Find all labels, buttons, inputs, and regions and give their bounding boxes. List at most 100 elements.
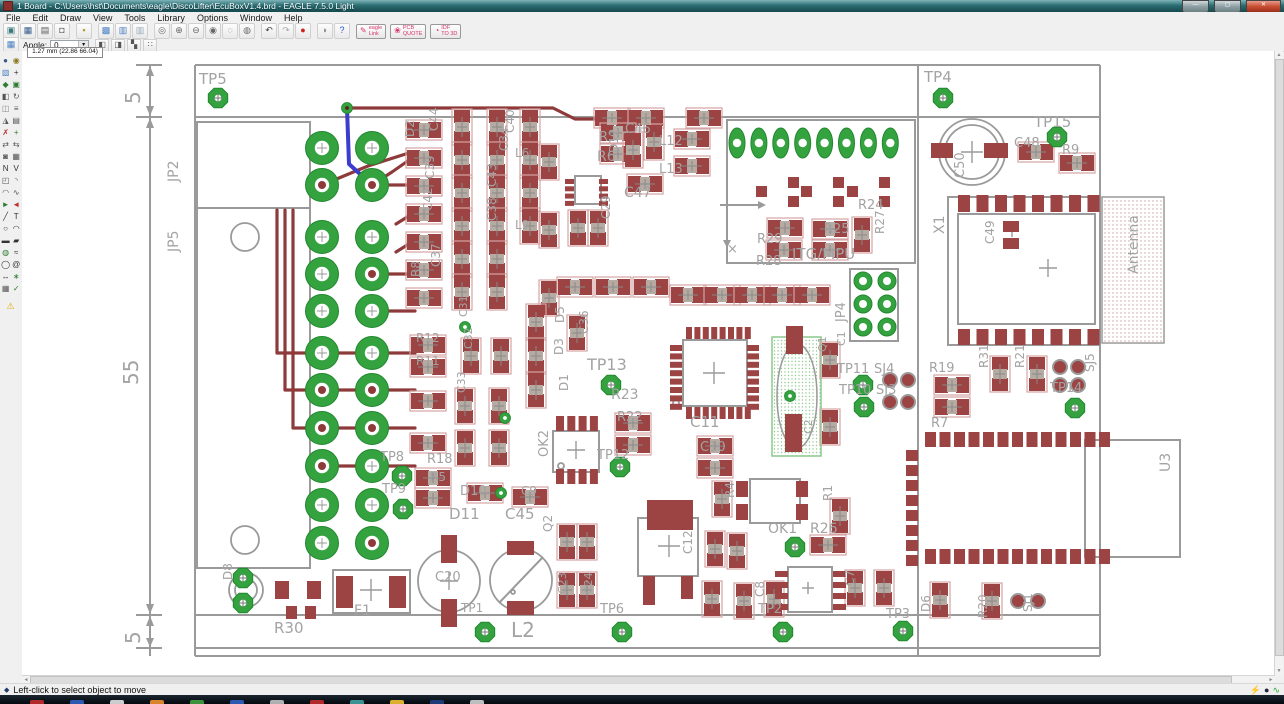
pin-pad[interactable] [940,549,951,564]
redo-button[interactable]: ↷ [278,23,294,39]
pcb-pad[interactable] [785,414,802,452]
via[interactable] [496,488,507,499]
pcb-pad[interactable] [788,177,799,188]
component-label[interactable]: TP6 [599,602,624,617]
pin-pad[interactable] [983,432,994,447]
pin-pad[interactable] [998,432,1009,447]
pin-pad[interactable] [579,469,587,484]
pin-pad[interactable] [1070,549,1081,564]
component-label[interactable]: D3 [552,338,566,355]
component-label[interactable]: R31 [977,344,991,368]
component-label[interactable]: D1 [557,374,571,391]
arc-tool[interactable]: ◠ [11,223,21,235]
pcb-pad[interactable] [389,576,406,608]
through-hole-pad[interactable] [306,337,339,370]
component-label[interactable]: C23 [556,572,569,594]
pcb-pad[interactable] [275,581,289,599]
component-label[interactable]: R26 [810,521,838,537]
taskbar-app-7[interactable] [310,700,324,704]
pin-pad[interactable] [906,450,918,461]
jumper-pad[interactable] [878,272,896,290]
pin-pad[interactable] [925,432,936,447]
smd-component[interactable] [487,274,507,310]
pin-pad[interactable] [954,549,965,564]
pin-pad[interactable] [1027,432,1038,447]
component-label[interactable]: C36 [577,310,591,334]
component-outline[interactable] [231,223,259,251]
zoom-redraw-button[interactable]: ◉ [205,23,221,39]
component-label[interactable]: X1 [932,216,948,235]
solder-jumper-pad[interactable] [1053,360,1067,374]
add-tool[interactable]: + [11,127,21,139]
smd-component[interactable] [794,285,830,305]
component-label[interactable]: C44 [427,107,441,131]
component-label[interactable]: OK1 [768,521,797,537]
zoom-out-button[interactable]: ⊖ [188,23,204,39]
pin-pad[interactable] [747,404,759,410]
cut-tool[interactable]: ◮ [1,115,11,127]
rotate-toggle-button[interactable]: ◨ [111,39,125,52]
component-label[interactable]: D2 [403,120,417,137]
pin-pad[interactable] [833,593,846,599]
smd-component[interactable] [577,524,597,560]
component-label[interactable]: C43 [485,163,499,187]
component-label[interactable]: D10 [460,484,487,499]
pcb-pad[interactable] [736,481,748,497]
test-point-pad[interactable] [854,397,873,416]
through-hole-pad[interactable] [306,489,339,522]
pin-pad[interactable] [1056,549,1067,564]
component-label[interactable]: × [727,242,738,257]
signal-tool[interactable]: ≈ [11,247,21,259]
test-point-pad[interactable] [893,621,912,640]
component-label[interactable]: SJ4 [874,362,894,377]
menu-library[interactable]: Library [151,13,191,23]
pin-pad[interactable] [1032,329,1044,345]
menu-help[interactable]: Help [278,13,309,23]
pin-pad[interactable] [670,387,682,393]
pcb-pad[interactable] [1003,221,1019,232]
component-label[interactable]: R22 [617,410,643,425]
pin-pad[interactable] [833,604,846,610]
pin-pad[interactable] [670,362,682,368]
pin-pad[interactable] [954,432,965,447]
info-tool[interactable]: ● [1,55,11,67]
through-hole-pad[interactable] [356,132,389,165]
component-label[interactable]: TP3 [885,607,910,622]
pinswap-tool[interactable]: ⇄ [1,139,11,151]
component-label[interactable]: C39 [423,155,437,179]
through-hole-pad[interactable] [356,527,389,560]
through-hole-pad[interactable] [306,169,339,202]
component-label[interactable]: SJ1 [1021,593,1035,612]
component-label[interactable]: R1 [821,485,835,501]
header-pad[interactable] [817,128,833,158]
through-hole-pad[interactable] [356,221,389,254]
component-label[interactable]: C38 [485,197,499,221]
taskbar-app-6[interactable] [270,700,284,704]
pin-pad[interactable] [565,194,574,199]
net-status-icon[interactable]: ∿ [1272,685,1280,696]
smd-component[interactable] [727,533,747,569]
smd-component[interactable] [670,285,706,305]
through-hole-pad[interactable] [306,374,339,407]
smd-component[interactable] [452,241,472,277]
smd-component[interactable] [452,142,472,178]
smash-tool[interactable]: ◰ [1,175,11,187]
pcb-pad[interactable] [833,177,844,188]
through-hole-pad[interactable] [356,258,389,291]
grid-toggle-a-button[interactable]: ▥ [115,23,131,39]
pin-pad[interactable] [1014,329,1026,345]
pattern-a-button[interactable]: ▚ [127,39,141,52]
through-hole-pad[interactable] [356,412,389,445]
through-hole-pad[interactable] [306,295,339,328]
pcb-pad[interactable] [441,599,457,627]
component-label[interactable]: R29 [757,232,783,247]
smd-component[interactable] [734,583,754,619]
menu-edit[interactable]: Edit [27,13,55,23]
pcb-pad[interactable] [507,541,534,555]
power-status-icon[interactable]: ⚡ [1250,685,1261,696]
pin-pad[interactable] [906,510,918,521]
component-label[interactable]: C32 [462,327,475,349]
component-label[interactable]: Q1 [816,336,829,352]
pcb-pad[interactable] [441,535,457,563]
pin-pad[interactable] [728,407,734,419]
